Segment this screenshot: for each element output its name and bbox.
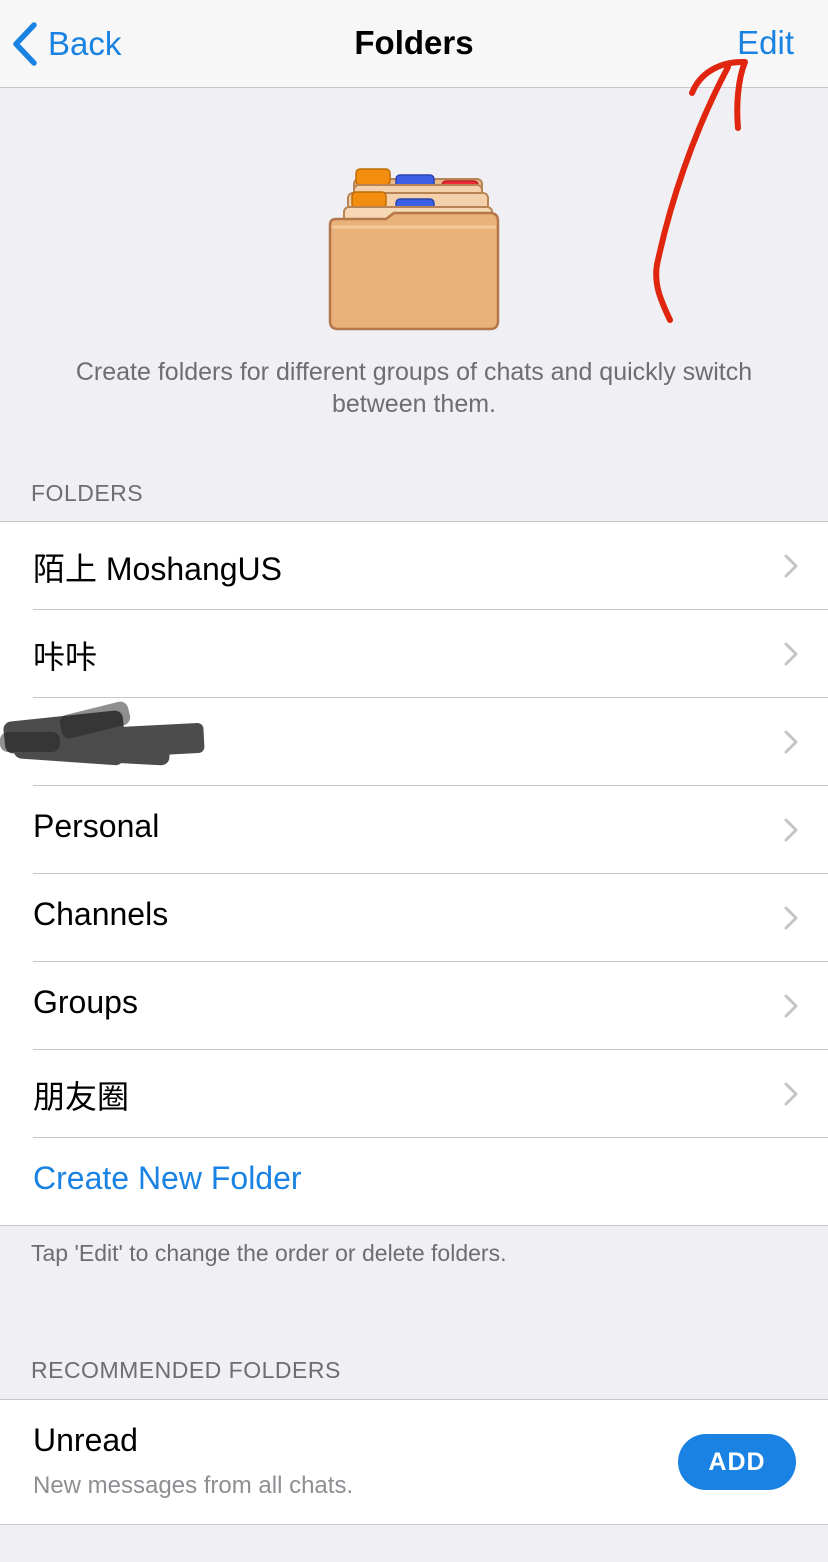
folder-label: 朋友圈 [33,1079,130,1115]
create-new-folder-button[interactable]: Create New Folder [0,1138,828,1226]
folder-label: Channels [33,896,169,932]
add-button[interactable]: ADD [678,1434,796,1490]
chevron-right-icon [784,994,798,1018]
folder-row[interactable]: 朋友圈 [0,1050,828,1138]
chevron-right-icon [784,730,798,754]
folder-row-redacted[interactable] [0,698,828,786]
intro-description: Create folders for different groups of c… [75,358,753,418]
recommended-folder-row: Unread New messages from all chats. ADD [0,1400,828,1524]
navigation-bar: Back Folders Edit [0,0,828,88]
folders-footer-hint: Tap 'Edit' to change the order or delete… [31,1240,507,1266]
create-new-folder-label: Create New Folder [33,1160,302,1196]
recommended-list: Unread New messages from all chats. ADD [0,1399,828,1525]
edit-button[interactable]: Edit [737,24,794,62]
folders-section-header: FOLDERS [31,480,144,506]
folder-label: Groups [33,984,138,1020]
folder-row[interactable]: Groups [0,962,828,1050]
folder-row[interactable]: 咔咔 [0,610,828,698]
folder-label: 陌上 MoshangUS [33,551,282,587]
folder-label: Personal [33,808,160,844]
recommended-folder-subtitle: New messages from all chats. [33,1472,354,1499]
folders-list: 陌上 MoshangUS 咔咔 Personal Channels Groups… [0,521,828,1226]
chevron-right-icon [784,554,798,578]
folder-row[interactable]: Channels [0,874,828,962]
folder-files-icon [328,168,500,331]
red-arrow-annotation [653,58,748,323]
chevron-right-icon [784,906,798,930]
folder-row[interactable]: 陌上 MoshangUS [0,522,828,610]
recommended-folder-title: Unread [33,1422,138,1458]
redaction-scribble [0,701,205,766]
chevron-right-icon [784,642,798,666]
recommended-section-header: RECOMMENDED FOLDERS [31,1357,341,1383]
chevron-right-icon [784,1082,798,1106]
folder-row[interactable]: Personal [0,786,828,874]
folder-label: 咔咔 [33,639,98,675]
page-title: Folders [354,24,474,61]
chevron-right-icon [784,818,798,842]
